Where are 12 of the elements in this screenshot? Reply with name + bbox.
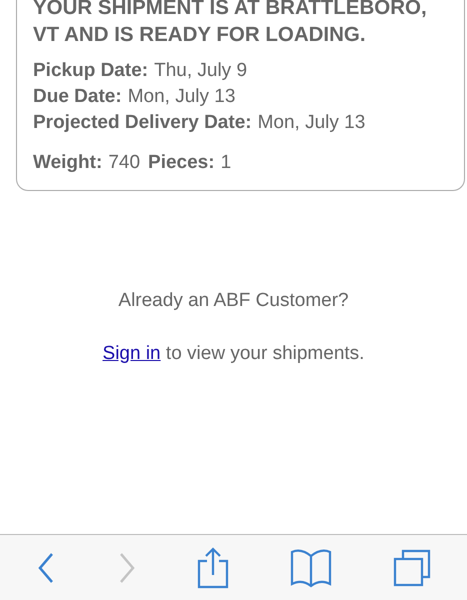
total-item: Pieces: 1 [148,151,232,175]
date-line: Projected Delivery Date: Mon, July 13 [33,111,366,135]
sign-in-link[interactable]: Sign in [102,342,161,364]
shipment-status: YOUR SHIPMENT IS AT BRATTLEBORO, VT AND IS READY FOR LOADING. [33,0,428,48]
book-icon [290,548,332,588]
tabs-icon [392,548,431,586]
total-item: Weight: 740 [33,151,140,175]
share-icon [197,546,230,588]
sign-in-text: Sign in to view your shipments. [102,342,366,366]
date-line: Pickup Date: Thu, July 9 [33,59,248,83]
date-line: Due Date: Mon, July 13 [33,85,236,109]
customer-prompt: Already an ABF Customer? [117,289,350,313]
